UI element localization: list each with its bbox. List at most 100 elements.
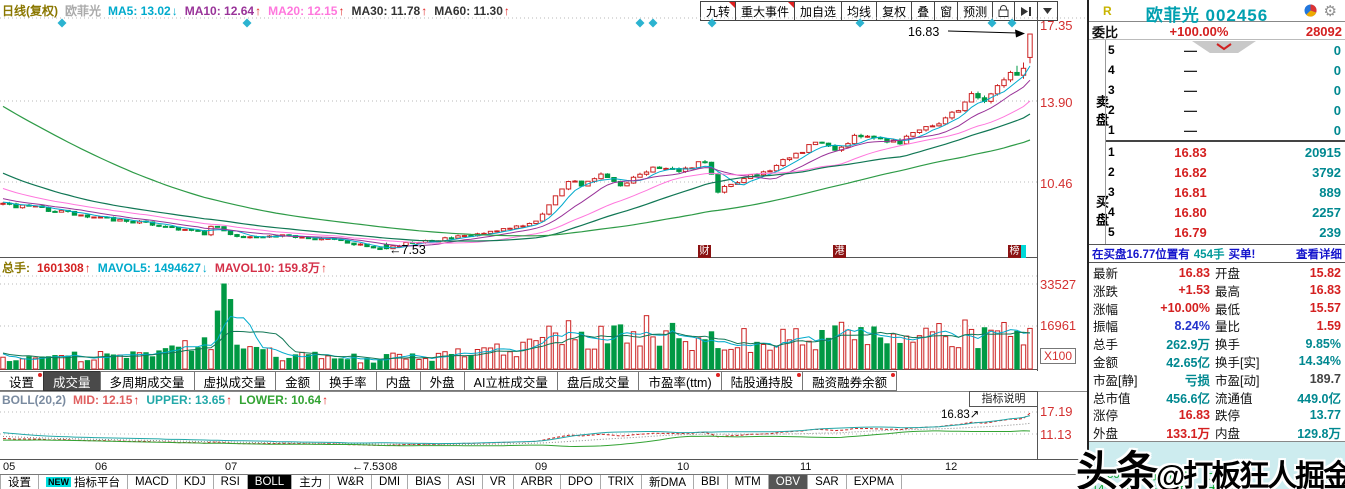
tab-虚拟成交量[interactable]: 虚拟成交量 — [193, 371, 277, 391]
tab-BBI[interactable]: BBI — [694, 475, 728, 489]
ask-level: 1 — [1108, 123, 1115, 137]
bid-price: 16.83 — [1174, 144, 1207, 160]
tab-KDJ[interactable]: KDJ — [177, 475, 214, 489]
indicator-help-button[interactable]: 指标说明 — [969, 391, 1038, 407]
weibi-label: 委比 — [1092, 25, 1119, 40]
gear-icon[interactable]: ⚙ — [1324, 2, 1337, 20]
bid-price: 16.79 — [1174, 224, 1207, 240]
tab-label: 主力 — [299, 477, 323, 489]
tab-label: TRIX — [607, 476, 634, 488]
tab-ARBR[interactable]: ARBR — [514, 475, 561, 489]
tab-W&R[interactable]: W&R — [330, 475, 373, 489]
tab-陆股通持股[interactable]: 陆股通持股 — [720, 371, 804, 391]
stat-value: 189.7 — [1309, 372, 1341, 387]
tab-设置[interactable]: 设置 — [0, 475, 39, 489]
tab-新DMA[interactable]: 新DMA — [642, 475, 695, 489]
tab-SAR[interactable]: SAR — [808, 475, 847, 489]
boll-header-label: BOLL(20,2) — [2, 393, 67, 407]
tab-label: OBV — [775, 476, 801, 488]
order-book: 卖盘 买盘 5—0 4—0 3—0 2—0 1—0 1 16.83 20915 2 16.82 37… — [1089, 40, 1345, 244]
stat-row: 市盈[静] 亏损 市盈[动] 189.7 — [1089, 370, 1345, 388]
stat-label: 市盈[动] — [1215, 373, 1260, 388]
stat-label: 涨幅 — [1093, 302, 1119, 317]
tab-VR[interactable]: VR — [483, 475, 514, 489]
stat-value: 16.83 — [1178, 407, 1210, 422]
pie-chart-icon[interactable] — [1304, 4, 1317, 20]
ask-price: — — [1184, 62, 1197, 78]
weibi-row: 委比 +100.00% 28092 — [1089, 22, 1345, 40]
tab-EXPMA[interactable]: EXPMA — [847, 475, 902, 489]
tab-MACD[interactable]: MACD — [128, 475, 177, 489]
stat-label: 最高 — [1215, 284, 1241, 299]
bid-level: 3 — [1108, 185, 1115, 199]
tab-AI立桩成交量[interactable]: AI立桩成交量 — [463, 371, 558, 391]
stat-row: 涨跌 +1.53 最高 16.83 — [1089, 281, 1345, 299]
tab-BOLL[interactable]: BOLL — [247, 475, 293, 489]
tab-多周期成交量[interactable]: 多周期成交量 — [99, 371, 195, 391]
stock-app-window: 日线(复权) 欧菲光 MA5: 13.02↓ MA10: 12.64↑ MA20: 12… — [0, 0, 1345, 489]
stat-row: 涨幅 +10.00% 最低 15.57 — [1089, 299, 1345, 317]
bid-price: 16.81 — [1174, 184, 1207, 200]
bid-level: 5 — [1108, 225, 1115, 239]
tab-主力[interactable]: 主力 — [292, 475, 331, 489]
tab-OBV[interactable]: OBV — [768, 475, 809, 489]
stat-row: 涨停 16.83 跌停 13.77 — [1089, 405, 1345, 424]
tab-金额[interactable]: 金额 — [275, 371, 321, 391]
volume-header-label: 总手: — [2, 261, 30, 275]
tab-label: ARBR — [520, 476, 553, 488]
tab-label: SAR — [815, 476, 839, 488]
new-badge: NEW — [46, 477, 71, 487]
ask-price: — — [1184, 82, 1197, 98]
stat-value: 16.83 — [1309, 283, 1341, 298]
stat-label: 涨停 — [1093, 409, 1119, 424]
ask-row: 4 — 0 — [1106, 60, 1345, 80]
tab-DMI[interactable]: DMI — [372, 475, 409, 489]
stat-label: 最新 — [1093, 267, 1119, 281]
stat-value: 14.34% — [1298, 354, 1341, 369]
ask-price: — — [1184, 122, 1197, 138]
tab-设置[interactable]: 设置 — [0, 371, 45, 391]
tab-融资融券余额[interactable]: 融资融券余额 — [802, 371, 898, 391]
stat-label: 流通值 — [1215, 391, 1253, 406]
tab-DPO[interactable]: DPO — [561, 475, 601, 489]
volume-header-label: MAVOL5: 1494627↓ — [97, 261, 208, 275]
tab-指标平台[interactable]: NEW 指标平台 — [39, 475, 128, 489]
ask-volume: 0 — [1333, 82, 1341, 98]
stat-row: 总市值 456.6亿 流通值 449.0亿 — [1089, 388, 1345, 406]
watermark-logo: 头条 — [1076, 448, 1158, 489]
tab-label: BIAS — [415, 476, 442, 488]
tab-盘后成交量[interactable]: 盘后成交量 — [556, 371, 640, 391]
ask-level: 5 — [1108, 43, 1115, 57]
tab-TRIX[interactable]: TRIX — [601, 475, 642, 489]
weibi-value: +100.00% — [1169, 24, 1229, 39]
bid-price: 16.82 — [1174, 164, 1207, 180]
stat-value: 262.9万 — [1166, 338, 1210, 353]
tab-外盘[interactable]: 外盘 — [419, 371, 465, 391]
view-details-link[interactable]: 查看详细 — [1296, 246, 1342, 262]
tab-换手率[interactable]: 换手率 — [319, 371, 377, 391]
tab-内盘[interactable]: 内盘 — [375, 371, 421, 391]
trend-arrow-icon: ↑ — [322, 393, 329, 407]
stat-label: 最低 — [1215, 302, 1241, 317]
stats-grid: 最新 16.83 开盘 15.82 涨跌 +1.53 最高 16.83 涨幅 +10.00% 最低 1… — [1089, 263, 1345, 442]
tab-label: 设置 — [8, 477, 31, 489]
stat-value: 456.6亿 — [1166, 391, 1210, 406]
tab-市盈率(ttm)[interactable]: 市盈率(ttm) — [638, 371, 722, 391]
bid-volume: 20915 — [1304, 144, 1341, 160]
watermark-handle: @打板狂人掘金 — [1156, 460, 1345, 489]
tab-BIAS[interactable]: BIAS — [408, 475, 450, 489]
tab-label: RSI — [220, 476, 240, 488]
trend-arrow-icon: ↑ — [84, 261, 91, 275]
boll-header: BOLL(20,2) MID: 12.15↑ UPPER: 13.65↑ LOWER:… — [2, 393, 702, 407]
tab-ASI[interactable]: ASI — [449, 475, 483, 489]
order-rows: 5—0 4—0 3—0 2—0 1—0 1 16.83 20915 2 16.82 3792 3 16.… — [1105, 40, 1345, 244]
stat-label: 跌停 — [1215, 409, 1241, 424]
stat-label: 量比 — [1215, 320, 1241, 335]
ask-row: 1 — 0 — [1106, 120, 1345, 140]
boll-header-label: MID: 12.15↑ — [73, 393, 140, 407]
tab-RSI[interactable]: RSI — [214, 475, 248, 489]
trend-arrow-icon: ↓ — [201, 261, 208, 275]
tab-成交量[interactable]: 成交量 — [43, 371, 101, 391]
tab-MTM[interactable]: MTM — [728, 475, 769, 489]
boll-header-label: UPPER: 13.65↑ — [146, 393, 233, 407]
